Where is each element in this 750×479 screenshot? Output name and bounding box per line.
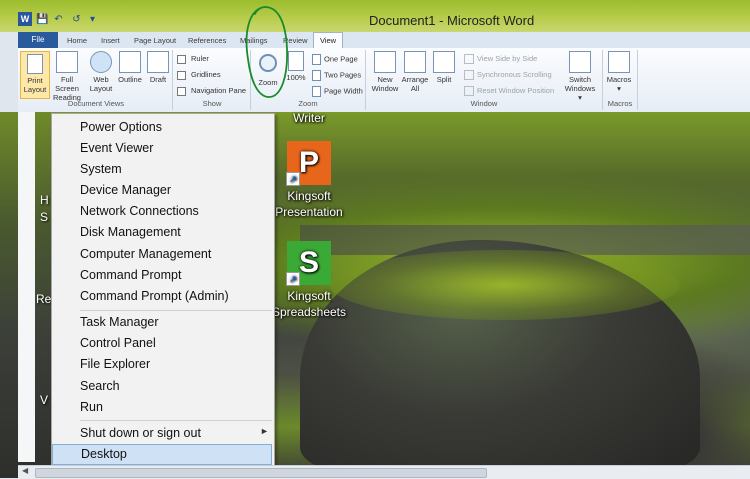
one-page-icon [312, 54, 321, 65]
document-edge [18, 112, 35, 462]
new-window-icon [374, 51, 396, 73]
menu-item-network-connections[interactable]: Network Connections [52, 201, 272, 222]
group-label-document-views: Document Views [67, 99, 125, 108]
page-width-button[interactable]: Page Width [312, 86, 363, 97]
shortcut-arrow-icon: ↗ [286, 172, 300, 186]
menu-item-desktop[interactable]: Desktop [52, 444, 272, 465]
draft-icon [147, 51, 169, 73]
menu-divider [80, 420, 272, 421]
menu-divider [80, 310, 272, 311]
kingsoft-presentation-icon: P ↗ [286, 141, 331, 186]
split-button[interactable]: Split [431, 51, 457, 84]
reset-window-position-button[interactable]: Reset Window Position [464, 86, 554, 97]
tab-insert[interactable]: Insert [101, 33, 120, 48]
full-screen-reading-button[interactable]: Full Screen Reading [50, 51, 84, 102]
arrange-all-button[interactable]: Arrange All [400, 51, 430, 93]
side-by-side-icon [464, 54, 474, 65]
full-screen-reading-icon [56, 51, 78, 73]
checkbox-box [177, 54, 186, 64]
kingsoft-spreadsheets-icon: S ↗ [286, 241, 331, 286]
checkbox-box [177, 70, 186, 80]
shortcut-arrow-icon: ↗ [286, 272, 300, 286]
customize-quick-access-icon[interactable]: ▾ [86, 13, 99, 26]
desktop-icon-kingsoft-spreadsheets[interactable]: S ↗ Kingsoft Spreadsheets [264, 241, 354, 320]
print-layout-button[interactable]: Print Layout [20, 51, 50, 99]
synchronous-scrolling-button[interactable]: Synchronous Scrolling [464, 70, 552, 81]
ribbon-separator [637, 50, 638, 110]
word-app-icon[interactable]: W [18, 12, 32, 26]
draft-button[interactable]: Draft [146, 51, 170, 84]
checkbox-box [177, 86, 186, 96]
menu-item-command-prompt-admin[interactable]: Command Prompt (Admin) [52, 286, 272, 307]
left-label-fragment: Re [36, 292, 52, 306]
menu-item-computer-management[interactable]: Computer Management [52, 244, 272, 265]
menu-item-command-prompt[interactable]: Command Prompt [52, 265, 272, 286]
switch-windows-icon [569, 51, 591, 73]
one-page-button[interactable]: One Page [312, 54, 358, 65]
left-label-fragment: V [40, 393, 49, 407]
tab-view[interactable]: View [313, 32, 343, 49]
page-width-icon [312, 86, 321, 97]
group-label-window: Window [470, 99, 498, 108]
redo-icon[interactable]: ↺ [70, 13, 83, 26]
navigation-pane-checkbox[interactable]: Navigation Pane [177, 86, 246, 96]
menu-item-run[interactable]: Run [52, 397, 272, 418]
menu-item-disk-management[interactable]: Disk Management [52, 222, 272, 243]
new-window-button[interactable]: New Window [369, 51, 401, 93]
print-layout-icon [27, 54, 43, 74]
group-label-macros: Macros [607, 99, 633, 108]
tab-references[interactable]: References [188, 33, 226, 48]
menu-item-power-options[interactable]: Power Options [52, 117, 272, 138]
split-icon [433, 51, 455, 73]
desktop-icon-kingsoft-presentation[interactable]: P ↗ Kingsoft Presentation [264, 141, 354, 220]
reset-window-icon [464, 86, 474, 97]
outline-button[interactable]: Outline [116, 51, 144, 84]
menu-item-device-manager[interactable]: Device Manager [52, 180, 272, 201]
arrange-all-icon [404, 51, 426, 73]
left-label-fragment: S [40, 210, 49, 224]
macros-button[interactable]: Macros ▾ [606, 51, 632, 93]
menu-item-event-viewer[interactable]: Event Viewer [52, 138, 272, 159]
tab-home[interactable]: Home [67, 33, 87, 48]
left-label-fragment: H [40, 193, 49, 207]
web-layout-icon [90, 51, 112, 73]
desktop-icon-writer[interactable]: Writer [264, 110, 354, 126]
gridlines-checkbox[interactable]: Gridlines [177, 70, 221, 80]
window-title: Document1 - Microsoft Word [369, 13, 535, 28]
undo-icon[interactable]: ↶ [52, 13, 65, 26]
scrollbar-thumb[interactable] [35, 468, 487, 478]
web-layout-button[interactable]: Web Layout [88, 51, 114, 93]
two-pages-icon [312, 70, 321, 81]
two-pages-button[interactable]: Two Pages [312, 70, 361, 81]
outline-icon [119, 51, 141, 73]
ribbon-tab-strip [18, 32, 750, 48]
sync-scroll-icon [464, 70, 474, 81]
switch-windows-button[interactable]: Switch Windows ▾ [562, 51, 598, 102]
scroll-left-icon[interactable]: ◀ [22, 466, 28, 475]
menu-item-system[interactable]: System [52, 159, 272, 180]
save-icon[interactable]: 💾 [36, 13, 49, 26]
tab-page-layout[interactable]: Page Layout [134, 33, 176, 48]
wallpaper-moss [330, 250, 680, 320]
menu-item-search[interactable]: Search [52, 376, 272, 397]
menu-item-control-panel[interactable]: Control Panel [52, 333, 272, 354]
annotation-circle [245, 6, 288, 98]
macros-icon [608, 51, 630, 73]
menu-item-task-manager[interactable]: Task Manager [52, 312, 272, 333]
menu-item-shut-down-or-sign-out[interactable]: Shut down or sign out [52, 423, 272, 444]
ribbon-separator [172, 50, 173, 110]
view-side-by-side-button[interactable]: View Side by Side [464, 54, 537, 65]
submenu-arrow-icon: ► [260, 426, 269, 436]
group-label-zoom: Zoom [298, 99, 318, 108]
ruler-checkbox[interactable]: Ruler [177, 54, 209, 64]
tab-file[interactable]: File [18, 32, 58, 48]
group-label-show: Show [202, 99, 222, 108]
menu-item-file-explorer[interactable]: File Explorer [52, 354, 272, 375]
